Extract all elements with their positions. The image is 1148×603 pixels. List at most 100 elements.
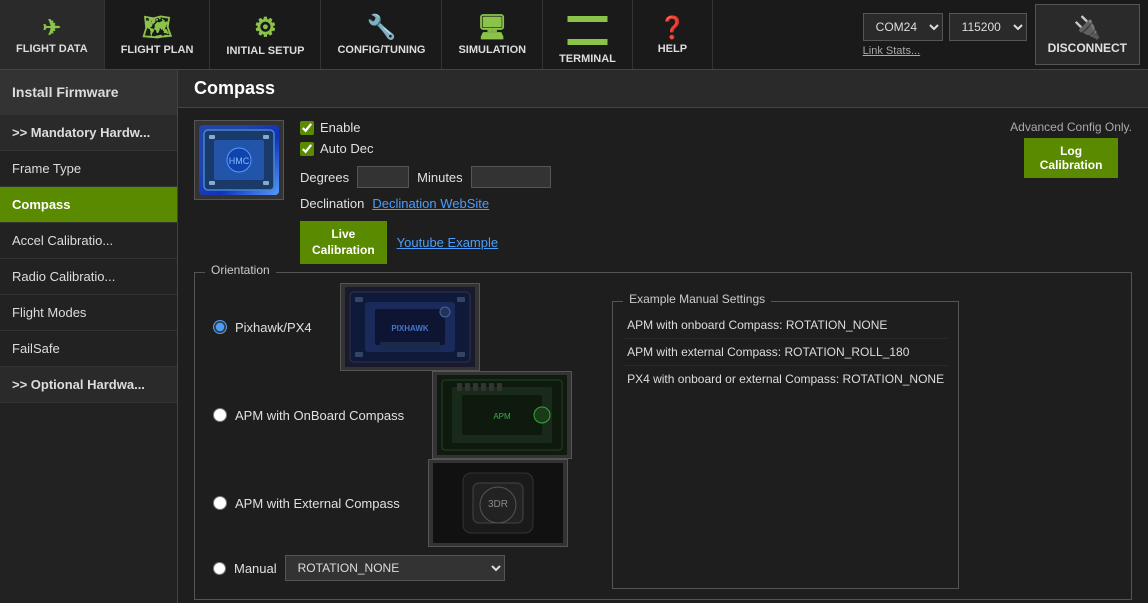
apm-onboard-image: APM (432, 371, 572, 459)
degrees-row: Degrees Minutes (300, 166, 551, 188)
auto-dec-checkbox[interactable] (300, 142, 314, 156)
baud-select[interactable]: 115200 (949, 13, 1027, 41)
apm-onboard-radio-row: APM with OnBoard Compass (205, 392, 412, 439)
degrees-input[interactable] (357, 166, 409, 188)
orientation-row-apm-external: APM with External Compass 3DR (205, 459, 572, 547)
orientation-options: Pixhawk/PX4 PIXHAWK (205, 283, 572, 589)
sidebar-accel-cal-label: Accel Calibratio... (12, 233, 113, 248)
sidebar-frame-type-label: Frame Type (12, 161, 81, 176)
page-title: Compass (194, 78, 275, 98)
simulation-icon: 🖥 (477, 13, 507, 42)
plug-icon: 🔌 (1074, 15, 1101, 41)
nav-help[interactable]: ❓ HELP (633, 0, 713, 69)
apm-onboard-radio[interactable] (213, 408, 227, 422)
nav-initial-setup[interactable]: ⚙ INITIAL SETUP (210, 0, 321, 69)
degrees-label: Degrees (300, 170, 349, 185)
sidebar: Install Firmware >> Mandatory Hardw... F… (0, 70, 178, 603)
flight-data-icon: ✈ (43, 15, 61, 41)
declination-row: Declination Declination WebSite (300, 196, 551, 211)
nav-simulation[interactable]: 🖥 SIMULATION (442, 0, 543, 69)
help-icon: ❓ (659, 15, 686, 41)
flight-plan-icon: 🗺 (142, 13, 172, 42)
orientation-row-apm-onboard: APM with OnBoard Compass APM (205, 371, 572, 459)
sidebar-item-frame-type[interactable]: Frame Type (0, 151, 177, 187)
port-select[interactable]: COM24 (863, 13, 943, 41)
pixhawk-radio-row: Pixhawk/PX4 (205, 304, 320, 351)
manual-radio[interactable] (213, 562, 226, 575)
nav-flight-plan-label: FLIGHT PLAN (121, 44, 194, 56)
svg-text:HMC: HMC (229, 156, 250, 166)
manual-radio-row: Manual ROTATION_NONE ROTATION_YAW_45 ROT… (205, 547, 572, 589)
sidebar-flight-modes-label: Flight Modes (12, 305, 86, 320)
compass-top-row: HMC Enable (194, 120, 1132, 264)
minutes-input[interactable] (471, 166, 551, 188)
nav-terminal[interactable]: ▬▬▬▬ TERMINAL (543, 0, 633, 69)
manual-rotation-select[interactable]: ROTATION_NONE ROTATION_YAW_45 ROTATION_Y… (285, 555, 505, 581)
sidebar-item-accel-calibration[interactable]: Accel Calibratio... (0, 223, 177, 259)
content-body: HMC Enable (178, 108, 1148, 603)
minutes-label: Minutes (417, 170, 463, 185)
log-calibration-button[interactable]: LogCalibration (1024, 138, 1119, 178)
orientation-title: Orientation (205, 263, 276, 277)
apm-onboard-label: APM with OnBoard Compass (235, 408, 404, 423)
manual-label: Manual (234, 561, 277, 576)
enable-checkbox[interactable] (300, 121, 314, 135)
nav-initial-setup-label: INITIAL SETUP (226, 45, 304, 57)
orientation-box: Orientation Pixhawk/PX4 (194, 272, 1132, 600)
sidebar-item-optional-hardware[interactable]: >> Optional Hardwa... (0, 367, 177, 403)
svg-text:APM: APM (493, 412, 511, 421)
sidebar-optional-label: >> Optional Hardwa... (12, 377, 145, 392)
sidebar-compass-label: Compass (12, 197, 71, 212)
pixhawk-label: Pixhawk/PX4 (235, 320, 312, 335)
nav-terminal-label: TERMINAL (559, 53, 616, 65)
apm-external-radio[interactable] (213, 496, 227, 510)
compass-img-placeholder: HMC (199, 125, 279, 195)
compass-image: HMC (194, 120, 284, 200)
nav-flight-plan[interactable]: 🗺 FLIGHT PLAN (105, 0, 211, 69)
advanced-config-section: Advanced Config Only. LogCalibration (1010, 120, 1132, 178)
link-stats-link[interactable]: Link Stats... (863, 45, 1027, 57)
nav-config-tuning[interactable]: 🔧 CONFIG/TUNING (321, 0, 442, 69)
nav-config-tuning-label: CONFIG/TUNING (337, 44, 425, 56)
sidebar-item-install-firmware[interactable]: Install Firmware (0, 70, 177, 115)
auto-dec-checkbox-row: Auto Dec (300, 141, 551, 156)
nav-flight-data-label: FLIGHT DATA (16, 43, 88, 55)
pixhawk-radio[interactable] (213, 320, 227, 334)
example-line-2: APM with external Compass: ROTATION_ROLL… (623, 339, 948, 366)
initial-setup-icon: ⚙ (254, 12, 277, 43)
apm-external-radio-row: APM with External Compass (205, 480, 408, 527)
nav-right: COM24 115200 Link Stats... 🔌 DISCONNECT (855, 0, 1148, 69)
calibration-btns: LiveCalibration Youtube Example (300, 221, 551, 264)
orientation-row-pixhawk: Pixhawk/PX4 PIXHAWK (205, 283, 572, 371)
declination-label: Declination (300, 196, 364, 211)
sidebar-item-mandatory-hardware[interactable]: >> Mandatory Hardw... (0, 115, 177, 151)
sidebar-item-radio-calibration[interactable]: Radio Calibratio... (0, 259, 177, 295)
sidebar-item-compass[interactable]: Compass (0, 187, 177, 223)
example-line-1: APM with onboard Compass: ROTATION_NONE (623, 312, 948, 339)
terminal-icon: ▬▬▬▬ (567, 5, 607, 51)
sidebar-install-firmware-label: Install Firmware (12, 84, 119, 100)
enable-label: Enable (320, 120, 360, 135)
disconnect-button[interactable]: 🔌 DISCONNECT (1035, 4, 1140, 65)
nav-simulation-label: SIMULATION (458, 44, 526, 56)
content-area: Compass HMC (178, 70, 1148, 603)
example-settings-box: Example Manual Settings APM with onboard… (612, 301, 959, 589)
youtube-example-link[interactable]: Youtube Example (397, 235, 498, 250)
disconnect-label: DISCONNECT (1048, 41, 1127, 55)
sidebar-mandatory-label: >> Mandatory Hardw... (12, 125, 150, 140)
nav-flight-data[interactable]: ✈ FLIGHT DATA (0, 0, 105, 69)
enable-checkbox-row: Enable (300, 120, 551, 135)
svg-text:PIXHAWK: PIXHAWK (391, 324, 429, 333)
declination-website-link[interactable]: Declination WebSite (372, 196, 489, 211)
top-nav: ✈ FLIGHT DATA 🗺 FLIGHT PLAN ⚙ INITIAL SE… (0, 0, 1148, 70)
compass-controls: Enable Auto Dec Degrees Minutes (300, 120, 551, 264)
auto-dec-label: Auto Dec (320, 141, 373, 156)
config-tuning-icon: 🔧 (367, 13, 397, 42)
nav-help-label: HELP (658, 43, 687, 55)
sidebar-item-flight-modes[interactable]: Flight Modes (0, 295, 177, 331)
live-calibration-button[interactable]: LiveCalibration (300, 221, 387, 264)
sidebar-failsafe-label: FailSafe (12, 341, 60, 356)
main-layout: Install Firmware >> Mandatory Hardw... F… (0, 70, 1148, 603)
sidebar-item-failsafe[interactable]: FailSafe (0, 331, 177, 367)
advanced-config-label: Advanced Config Only. (1010, 120, 1132, 134)
